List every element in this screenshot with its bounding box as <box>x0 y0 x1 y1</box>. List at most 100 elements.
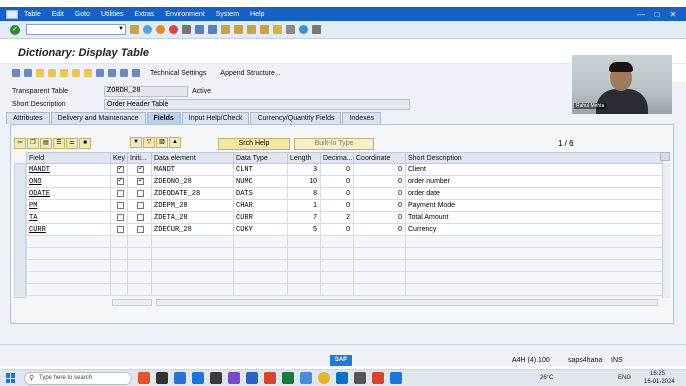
table-settings-icon[interactable] <box>660 152 670 161</box>
export-icon[interactable]: ▲ <box>169 137 181 148</box>
navigation-window-icon[interactable] <box>120 69 128 77</box>
menu-edit[interactable]: Edit <box>52 11 64 18</box>
cell-short-description[interactable] <box>405 271 663 284</box>
cell-decimals[interactable] <box>320 283 354 296</box>
copy-icon[interactable]: ❐ <box>27 137 39 149</box>
key-checkbox[interactable] <box>116 213 124 221</box>
cell-field[interactable]: MANDT <box>26 163 111 176</box>
select-all-icon[interactable]: ■ <box>79 137 91 149</box>
cell-field[interactable]: TA <box>26 211 111 224</box>
initial-checkbox[interactable] <box>137 177 144 185</box>
language-indicator[interactable]: ENG <box>618 375 631 381</box>
edge-icon[interactable] <box>192 372 204 384</box>
cell-length[interactable]: 3 <box>287 163 321 176</box>
cell-key[interactable] <box>110 187 128 200</box>
cell-short-description[interactable] <box>405 259 663 272</box>
cell-field[interactable]: ONO <box>26 175 111 188</box>
cell-data-type[interactable] <box>233 247 288 260</box>
cell-decimals[interactable]: 0 <box>320 175 354 188</box>
menu-table[interactable]: Table <box>24 11 41 18</box>
table-row[interactable]: ONOZDEONO_28NUMC1000order number <box>26 175 663 188</box>
cell-data-element[interactable] <box>151 283 234 296</box>
cell-decimals[interactable] <box>320 247 354 260</box>
cell-key[interactable] <box>110 235 128 248</box>
cell-data-type[interactable]: DATS <box>233 187 288 200</box>
system-info[interactable]: A4H (4) 100 <box>512 357 550 364</box>
cell-field[interactable] <box>26 247 111 260</box>
technical-settings-button[interactable]: Technical Settings <box>150 70 206 77</box>
table-row[interactable]: MANDTMANDTCLNT300Client <box>26 163 663 176</box>
cell-decimals[interactable]: 0 <box>320 163 354 176</box>
where-used-icon[interactable] <box>84 69 92 77</box>
table-row[interactable] <box>26 271 663 284</box>
column-header-length[interactable]: Length <box>287 152 321 164</box>
cell-data-type[interactable] <box>233 235 288 248</box>
tab-fields[interactable]: Fields <box>146 112 181 124</box>
cell-length[interactable] <box>287 283 321 296</box>
clock-date[interactable]: 16-01-2024 <box>644 379 675 385</box>
cell-coordinate[interactable] <box>353 259 406 272</box>
cell-short-description[interactable]: order date <box>405 187 663 200</box>
display-change-icon[interactable] <box>36 69 44 77</box>
cell-coordinate[interactable]: 0 <box>353 199 406 212</box>
terminal-icon[interactable] <box>210 372 222 384</box>
cell-decimals[interactable]: 0 <box>320 187 354 200</box>
cell-key[interactable] <box>110 283 128 296</box>
find-icon[interactable] <box>195 25 204 34</box>
column-header-coordinate[interactable]: Coordinate <box>353 152 406 164</box>
key-checkbox[interactable] <box>116 201 124 209</box>
back-arrow-icon[interactable] <box>12 69 20 77</box>
column-header-data-element[interactable]: Data element <box>151 152 234 164</box>
office-icon[interactable] <box>372 372 384 384</box>
cell-key[interactable] <box>110 271 128 284</box>
cell-initial[interactable] <box>127 163 152 176</box>
initial-checkbox[interactable] <box>137 189 144 197</box>
object-list-icon[interactable] <box>108 69 116 77</box>
vertical-scrollbar[interactable] <box>662 163 670 298</box>
key-checkbox[interactable] <box>116 177 124 185</box>
cell-field[interactable]: PM <box>26 199 111 212</box>
cell-data-element[interactable] <box>151 247 234 260</box>
cell-length[interactable]: 7 <box>287 211 321 224</box>
insert-row-icon[interactable]: ☰ <box>53 137 65 149</box>
cell-key[interactable] <box>110 223 128 236</box>
cell-initial[interactable] <box>127 175 152 188</box>
cell-length[interactable]: 10 <box>287 175 321 188</box>
close-icon[interactable]: ✕ <box>668 10 678 19</box>
cell-length[interactable] <box>287 235 321 248</box>
cell-key[interactable] <box>110 175 128 188</box>
cell-initial[interactable] <box>127 259 152 272</box>
help-icon[interactable] <box>299 25 308 34</box>
column-header-short-description[interactable]: Short Description <box>405 152 663 164</box>
cell-coordinate[interactable]: 0 <box>353 175 406 188</box>
cell-initial[interactable] <box>127 271 152 284</box>
cell-key[interactable] <box>110 259 128 272</box>
key-checkbox[interactable] <box>116 165 124 173</box>
first-page-icon[interactable] <box>221 25 230 34</box>
table-row[interactable]: TA ZDETA_28 CURR 7 2 0 Total Amount <box>26 211 663 224</box>
menu-help[interactable]: Help <box>250 11 264 18</box>
task-view-icon[interactable] <box>156 372 168 384</box>
cell-short-description[interactable]: Payment Mode <box>405 199 663 212</box>
explorer-icon[interactable] <box>174 372 186 384</box>
cell-coordinate[interactable] <box>353 247 406 260</box>
cell-decimals[interactable] <box>320 271 354 284</box>
cell-data-element[interactable]: MANDT <box>151 163 234 176</box>
cell-decimals[interactable]: 0 <box>320 223 354 236</box>
table-row[interactable]: PM ZDEPM_28 CHAR 1 0 0 Payment Mode <box>26 199 663 212</box>
initial-checkbox[interactable] <box>137 201 144 209</box>
menu-system[interactable]: System <box>216 11 239 18</box>
cell-decimals[interactable]: 2 <box>320 211 354 224</box>
filter-icon[interactable]: ▽ <box>143 137 155 148</box>
cell-short-description[interactable]: Currency <box>405 223 663 236</box>
contents-icon[interactable] <box>132 69 140 77</box>
cell-coordinate[interactable]: 0 <box>353 187 406 200</box>
cell-coordinate[interactable]: 0 <box>353 211 406 224</box>
cell-data-type[interactable]: CHAR <box>233 199 288 212</box>
create-session-icon[interactable] <box>273 25 282 34</box>
table-row[interactable]: ODATE ZDEODATE_28 DATS 8 0 0 order date <box>26 187 663 200</box>
weather-temp[interactable]: 26°C <box>540 375 553 381</box>
key-checkbox[interactable] <box>116 225 124 233</box>
cell-length[interactable] <box>287 247 321 260</box>
cut-icon[interactable]: ✂ <box>14 137 26 149</box>
